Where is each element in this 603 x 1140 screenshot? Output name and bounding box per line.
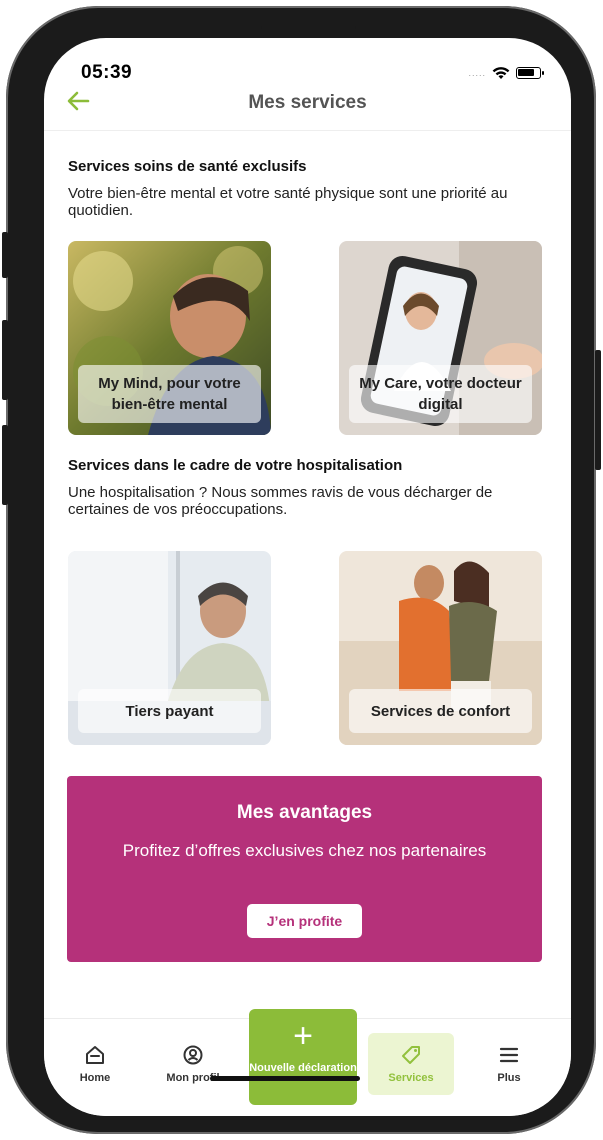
nav-services-label: Services <box>388 1072 434 1084</box>
promo-banner: Mes avantages Profitez d’offres exclusiv… <box>67 776 542 962</box>
card-my-care-label: My Care, votre docteur digital <box>349 365 532 423</box>
phone-screen: 05:39 ..... Mes services Services soins … <box>44 38 571 1116</box>
profile-icon <box>183 1045 203 1065</box>
menu-icon <box>499 1047 519 1063</box>
bottom-nav: Home Mon profil + Nouvelle déclaration S… <box>44 1009 571 1116</box>
nav-item-profile[interactable]: Mon profil <box>150 1033 236 1095</box>
nav-plus-label: Plus <box>497 1072 521 1084</box>
section-hospital-text: Une hospitalisation ? Nous sommes ravis … <box>68 484 493 518</box>
status-icons: ..... <box>468 66 544 80</box>
card-services-confort[interactable]: Services de confort <box>339 551 542 745</box>
card-tiers-payant[interactable]: Tiers payant <box>68 551 271 745</box>
signal-icon: ..... <box>468 68 486 78</box>
phone-side-button <box>2 425 8 505</box>
page-title: Mes services <box>248 92 367 113</box>
battery-icon <box>516 67 544 79</box>
tag-icon <box>402 1046 420 1064</box>
section-health-text: Votre bien-être mental et votre santé ph… <box>68 185 508 219</box>
card-tiers-payant-label: Tiers payant <box>78 689 261 733</box>
nav-item-home[interactable]: Home <box>52 1033 138 1095</box>
phone-side-button <box>2 232 8 278</box>
card-my-mind-label: My Mind, pour votre bien-être mental <box>78 365 261 423</box>
plus-icon: + <box>293 1017 313 1055</box>
nav-item-plus[interactable]: Plus <box>466 1033 552 1095</box>
card-my-mind[interactable]: My Mind, pour votre bien-être mental <box>68 241 271 435</box>
card-my-care[interactable]: My Care, votre docteur digital <box>339 241 542 435</box>
home-icon <box>86 1046 104 1064</box>
phone-side-button <box>2 320 8 400</box>
nav-new-declaration-label: Nouvelle déclaration <box>249 1062 357 1074</box>
promo-title: Mes avantages <box>236 802 373 823</box>
status-time: 05:39 <box>81 62 133 83</box>
section-hospital-title: Services dans le cadre de votre hospital… <box>68 457 403 474</box>
nav-item-services[interactable]: Services <box>368 1033 454 1095</box>
home-indicator <box>210 1076 360 1081</box>
promo-button[interactable]: J’en profite <box>247 904 362 938</box>
phone-side-button <box>595 350 601 470</box>
header-divider <box>44 130 571 131</box>
promo-text: Profitez d’offres exclusives chez nos pa… <box>122 841 487 860</box>
phone-frame: 05:39 ..... Mes services Services soins … <box>6 6 596 1134</box>
section-health-title: Services soins de santé exclusifs <box>68 158 307 175</box>
phone-notch <box>261 18 356 40</box>
card-services-confort-label: Services de confort <box>349 689 532 733</box>
wifi-icon <box>492 67 510 79</box>
nav-item-new-declaration[interactable]: + Nouvelle déclaration <box>249 1009 357 1105</box>
nav-home-label: Home <box>79 1072 111 1084</box>
